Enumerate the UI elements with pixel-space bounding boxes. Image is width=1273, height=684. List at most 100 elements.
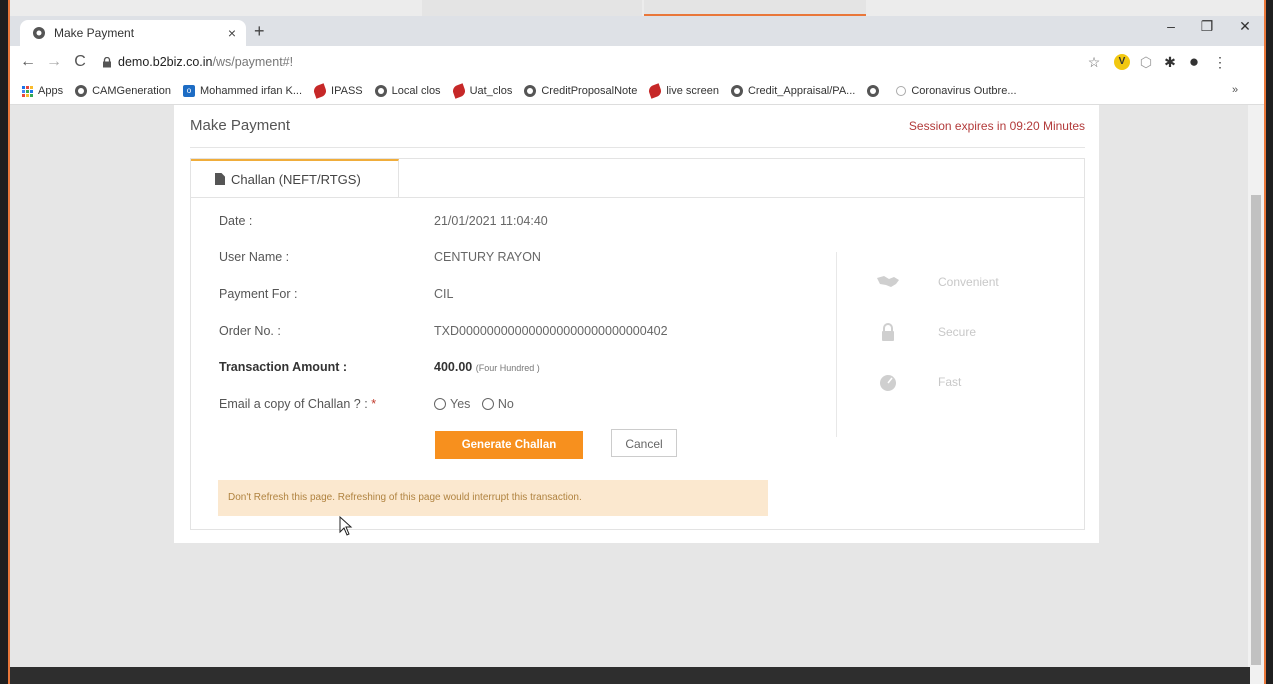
back-icon[interactable]: ← [20, 53, 36, 71]
session-timer: Session expires in 09:20 Minutes [908, 119, 1085, 133]
forward-icon[interactable]: → [46, 53, 62, 71]
bookmark-label: live screen [666, 85, 719, 97]
transaction-amount: 400.00 (Four Hundred ) [434, 360, 540, 374]
globe-icon [730, 85, 743, 97]
generate-challan-button[interactable]: Generate Challan [435, 431, 583, 459]
bookmark-label: Uat_clos [469, 85, 513, 97]
globe-icon [524, 85, 537, 97]
bookmark-local-clos[interactable]: Local clos [374, 85, 441, 97]
leaf-icon [647, 83, 664, 99]
email-yes-radio[interactable]: Yes [434, 397, 470, 411]
bookmark-ipass[interactable]: IPASS [312, 83, 363, 99]
email-challan-label-text: Email a copy of Challan ? : [219, 397, 368, 411]
leaf-icon [312, 83, 328, 99]
email-challan-label: Email a copy of Challan ? : * [219, 397, 376, 411]
feature-label: Fast [938, 375, 962, 389]
top-strip-segment [422, 0, 642, 16]
bookmark-label: Local clos [391, 85, 441, 97]
url-field[interactable]: demo.b2biz.co.in /ws/payment#! [118, 52, 293, 72]
mouse-cursor-icon [339, 516, 353, 536]
challan-form: Date : 21/01/2021 11:04:40 User Name : C… [191, 197, 1084, 536]
restore-button[interactable]: ❐ [1192, 18, 1222, 35]
lock-icon [103, 57, 111, 68]
bookmark-label: CreditProposalNote [541, 85, 638, 97]
new-tab-button[interactable]: + [254, 21, 265, 42]
address-bar-row: ← → C demo.b2biz.co.in /ws/payment#! ☆ V… [10, 46, 1264, 78]
tab-challan[interactable]: Challan (NEFT/RTGS) [191, 159, 399, 197]
bookmark-camgeneration[interactable]: CAMGeneration [75, 85, 171, 97]
tab-title: Make Payment [54, 26, 135, 40]
bookmark-creditproposalnote[interactable]: CreditProposalNote [524, 85, 637, 97]
radio-circle-icon [434, 398, 446, 410]
star-icon[interactable]: ☆ [1086, 54, 1102, 70]
cancel-button[interactable]: Cancel [611, 429, 677, 457]
bookmark-label: CAMGeneration [92, 85, 171, 97]
bookmarks-bar: Apps CAMGeneration o Mohammed irfan K...… [10, 78, 1264, 105]
order-no-label: Order No. : [219, 324, 281, 338]
outlook-icon: o [182, 85, 195, 97]
payment-card: Make Payment Session expires in 09:20 Mi… [174, 105, 1099, 543]
apps-grid-icon [22, 85, 33, 97]
feature-convenient: Convenient [876, 272, 999, 292]
bookmarks-overflow-icon[interactable]: » [1232, 84, 1238, 96]
screen-frame: Make Payment × + – ❐ ✕ ← → C demo.b2biz.… [8, 0, 1266, 684]
menu-icon[interactable]: ⋮ [1212, 54, 1228, 70]
order-no-value: TXD000000000000000000000000000402 [434, 324, 668, 338]
close-window-button[interactable]: ✕ [1230, 18, 1260, 35]
bookmark-label: IPASS [331, 85, 363, 97]
feature-fast: Fast [876, 372, 961, 392]
bookmark-uat-clos[interactable]: Uat_clos [450, 83, 513, 99]
scrollbar-thumb[interactable] [1251, 195, 1261, 665]
bookmark-label: Credit_Appraisal/PA... [747, 85, 856, 97]
page-scrollbar[interactable] [1248, 105, 1264, 684]
feature-label: Secure [938, 325, 977, 339]
globe-icon [374, 85, 387, 97]
speedometer-icon [880, 375, 896, 391]
url-path: /ws/payment#! [212, 55, 294, 69]
bookmark-label: Apps [38, 85, 64, 97]
feature-secure: Secure [876, 322, 976, 342]
bookmark-mohammed[interactable]: o Mohammed irfan K... [182, 85, 303, 97]
page-title: Make Payment [190, 117, 291, 134]
top-strip [10, 0, 1264, 16]
required-mark: * [371, 397, 377, 411]
browser-tab-bar: Make Payment × + – ❐ ✕ [10, 16, 1264, 46]
tab-challan-label: Challan (NEFT/RTGS) [231, 171, 361, 187]
email-no-radio[interactable]: No [481, 397, 514, 411]
puzzle-icon[interactable]: ✱ [1162, 54, 1178, 70]
tab-close-icon[interactable]: × [228, 25, 236, 41]
minimize-button[interactable]: – [1156, 18, 1186, 34]
globe-icon [867, 85, 880, 97]
user-name-label: User Name : [219, 250, 290, 264]
yes-label: Yes [450, 397, 471, 411]
bookmark-label: Mohammed irfan K... [199, 85, 303, 97]
info-icon [896, 86, 907, 96]
bookmark-apps[interactable]: Apps [22, 85, 63, 97]
user-name-value: CENTURY RAYON [434, 250, 541, 264]
globe-icon [75, 85, 88, 97]
top-strip-segment-active [644, 0, 866, 16]
date-label: Date : [219, 214, 253, 228]
v-extension-icon[interactable]: V [1114, 54, 1130, 70]
refresh-warning: Don't Refresh this page. Refreshing of t… [218, 480, 768, 516]
leaf-icon [450, 83, 467, 99]
transaction-amount-label: Transaction Amount : [219, 360, 348, 374]
email-challan-options: Yes No [434, 397, 522, 413]
bookmark-label: Coronavirus Outbre... [911, 85, 1017, 97]
payment-for-label: Payment For : [219, 287, 298, 301]
reload-icon[interactable]: C [72, 53, 88, 71]
bookmark-credit-appraisal[interactable]: Credit_Appraisal/PA... [730, 85, 856, 97]
bookmark-coronavirus[interactable]: Coronavirus Outbre... [896, 85, 1017, 97]
bookmark-live-screen[interactable]: live screen [647, 83, 719, 99]
lock-icon [882, 323, 894, 341]
divider [190, 147, 1085, 148]
url-host: demo.b2biz.co.in [118, 55, 213, 69]
radio-circle-icon [481, 398, 494, 410]
date-value: 21/01/2021 11:04:40 [434, 214, 548, 228]
shield-extension-icon[interactable]: ⬡ [1138, 54, 1154, 70]
document-icon [215, 173, 225, 185]
bookmark-untitled[interactable] [867, 85, 884, 97]
profile-icon[interactable]: ● [1186, 53, 1202, 70]
browser-tab[interactable]: Make Payment × [20, 20, 246, 46]
feature-label: Convenient [938, 275, 999, 289]
